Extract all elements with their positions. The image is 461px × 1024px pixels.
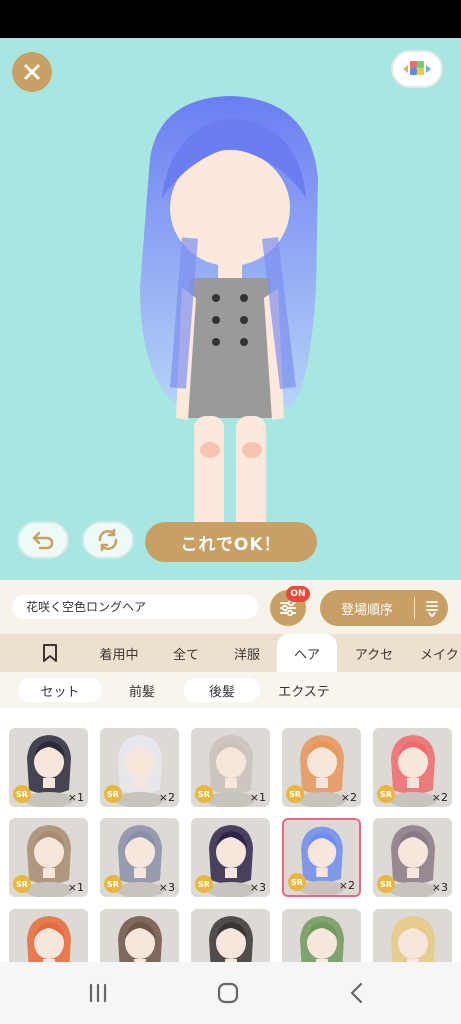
close-icon [24,64,40,80]
tab-accessories[interactable]: アクセ [345,634,403,672]
rarity-badge: SR [195,875,213,893]
hair-item[interactable]: SR ×3 [191,818,270,897]
item-grid: SR ×1 SR ×2 SR ×1 SR ×2 SR ×2 SR ×1 SR ×3 SR ×3 SR ×2 SR ×3 [0,708,461,962]
hair-item[interactable]: SR ×3 [373,818,452,897]
hair-item[interactable]: SR ×2 [282,728,361,807]
hair-item[interactable]: SR ×2 [373,728,452,807]
rarity-badge: SR [286,785,304,803]
sort-label: 登場順序 [340,602,393,618]
status-bar [0,0,461,38]
item-count: ×2 [158,791,175,804]
hair-thumbnail [209,916,253,962]
color-menu-button[interactable] [391,50,443,88]
item-count: ×3 [431,881,448,894]
item-count: ×2 [431,791,448,804]
subtab-extensions[interactable]: エクステ [262,678,346,702]
recent-apps-icon [89,983,107,1003]
item-count: ×3 [249,881,266,894]
sort-order-icon[interactable] [415,599,448,617]
undo-button[interactable] [17,521,69,559]
subtab-front-hair[interactable]: 前髪 [104,678,180,702]
hair-item[interactable] [191,909,270,962]
close-button[interactable] [12,52,52,92]
tab-makeup[interactable]: メイク [420,634,461,672]
hair-thumbnail [391,916,435,962]
tab-wearing[interactable]: 着用中 [90,634,148,672]
rotate-button[interactable] [82,521,134,559]
hair-thumbnail [300,916,344,962]
subtab-back-hair[interactable]: 後髪 [184,678,260,702]
rarity-badge: SR [104,785,122,803]
rarity-badge: SR [13,875,31,893]
item-count: ×1 [67,791,84,804]
back-button[interactable] [337,978,377,1008]
filter-on-badge: ON [286,586,310,602]
item-count: ×2 [338,879,355,892]
back-icon [350,982,363,1004]
hair-item[interactable]: SR ×1 [9,728,88,807]
rarity-badge: SR [377,785,395,803]
tab-clothes[interactable]: 洋服 [222,634,272,672]
rarity-badge: SR [13,785,31,803]
rarity-badge: SR [195,785,213,803]
rarity-badge: SR [288,873,306,891]
hair-thumbnail [118,916,162,962]
system-nav-bar [0,962,461,1024]
category-tabs: 着用中 全て 洋服 ヘア アクセ メイク [0,634,461,672]
hair-item[interactable]: SR ×3 [100,818,179,897]
item-count: ×3 [158,881,175,894]
item-name-field: 花咲く空色ロングヘア [12,595,258,619]
hair-item[interactable] [9,909,88,962]
hair-item[interactable]: SR ×2 [282,818,361,897]
item-name-row: 花咲く空色ロングヘア ON 登場順序 [0,580,461,634]
hair-item[interactable] [100,909,179,962]
home-icon [217,982,239,1004]
tab-hair[interactable]: ヘア [277,634,337,672]
hair-item[interactable] [282,909,361,962]
rarity-badge: SR [104,875,122,893]
confirm-ok-button[interactable]: これでOK！ [145,522,317,562]
home-button[interactable] [208,978,248,1008]
rarity-badge: SR [377,875,395,893]
sub-tabs: セット 前髪 後髪 エクステ [0,672,461,708]
rotate-icon [98,528,118,552]
hair-item[interactable]: SR ×2 [100,728,179,807]
hair-item[interactable]: SR ×1 [9,818,88,897]
item-count: ×2 [340,791,357,804]
subtab-set[interactable]: セット [18,678,102,702]
item-count: ×1 [67,881,84,894]
color-blocks-icon [403,61,431,75]
hair-thumbnail [27,916,71,962]
undo-icon [32,531,54,550]
tab-all[interactable]: 全て [160,634,212,672]
hair-item[interactable] [373,909,452,962]
avatar-character [140,96,318,560]
bookmark-icon[interactable] [40,643,60,663]
hair-item[interactable]: SR ×1 [191,728,270,807]
recent-apps-button[interactable] [78,978,118,1008]
avatar-stage: これでOK！ [0,38,461,580]
item-count: ×1 [249,791,266,804]
sort-button[interactable]: 登場順序 [320,590,448,626]
